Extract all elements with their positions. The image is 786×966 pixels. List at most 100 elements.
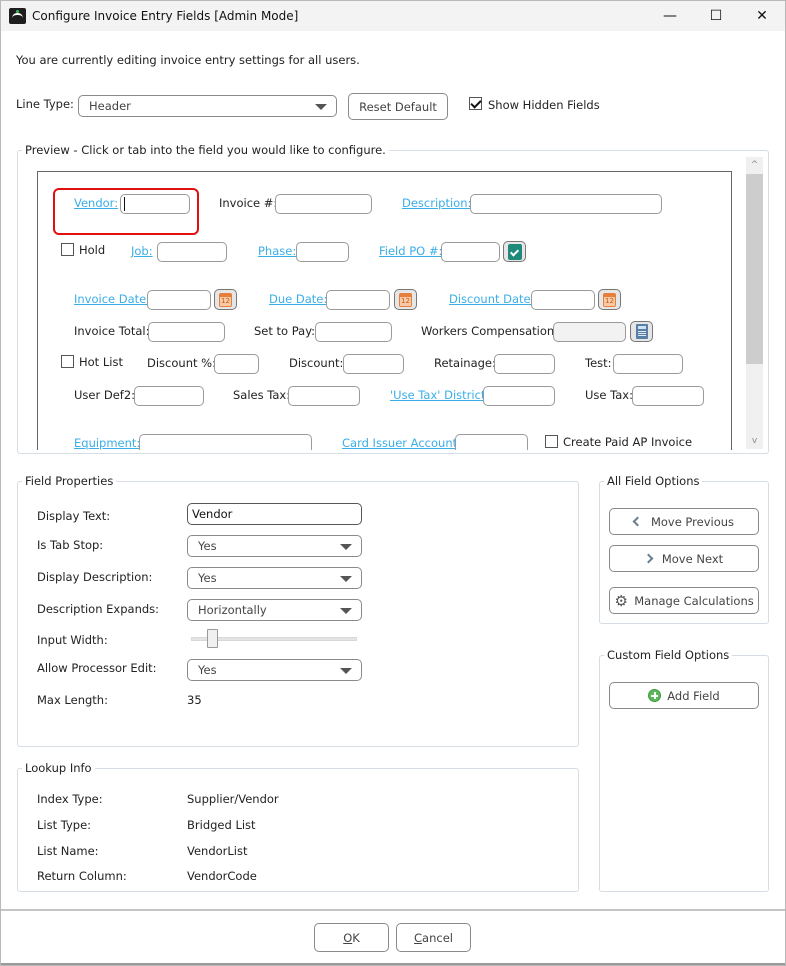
scroll-thumb[interactable] (746, 174, 763, 364)
description-link[interactable]: Description: (402, 196, 471, 210)
create-paid-ap-invoice-checkbox[interactable] (545, 435, 558, 448)
invoice-date-picker-button[interactable] (214, 289, 237, 310)
reset-default-label: Reset Default (359, 99, 437, 114)
invoice-number-label: Invoice #: (219, 196, 278, 210)
discount-date-picker-button[interactable] (598, 289, 621, 310)
move-next-button[interactable]: Move Next (609, 545, 759, 572)
invoice-date-link[interactable]: Invoice Date: (74, 292, 150, 306)
scroll-up-arrow[interactable]: ^ (746, 157, 763, 173)
line-type-value: Header (89, 99, 131, 113)
maximize-button[interactable]: ☐ (693, 1, 739, 31)
set-to-pay-input[interactable] (315, 322, 392, 342)
chevron-right-icon (643, 553, 654, 564)
footer-separator (1, 909, 785, 911)
create-paid-ap-invoice-label: Create Paid AP Invoice (563, 435, 693, 449)
minimize-button[interactable]: — (647, 1, 693, 31)
field-po-link[interactable]: Field PO #: (379, 244, 442, 258)
field-po-input[interactable] (441, 242, 500, 262)
phase-link[interactable]: Phase: (258, 244, 296, 258)
use-tax-district-input[interactable] (483, 386, 555, 406)
window-title: Configure Invoice Entry Fields [Admin Mo… (32, 9, 299, 23)
return-column-label: Return Column: (37, 869, 127, 883)
user-def2-label: User Def2: (74, 388, 136, 402)
field-po-lookup-button[interactable] (503, 241, 526, 262)
index-type-label: Index Type: (37, 792, 103, 806)
hold-checkbox[interactable] (61, 243, 74, 256)
preview-scrollbar[interactable]: ^ v (746, 157, 763, 449)
move-previous-button[interactable]: Move Previous (609, 508, 759, 535)
allow-processor-edit-label: Allow Processor Edit: (37, 661, 157, 675)
workers-compensation-calc-button[interactable] (630, 321, 653, 342)
set-to-pay-label: Set to Pay: (254, 324, 316, 338)
chevron-down-icon (315, 104, 327, 110)
hot-list-label: Hot List (79, 355, 123, 369)
app-logo-icon (9, 8, 26, 24)
text-caret (124, 197, 125, 211)
display-description-value: Yes (198, 571, 217, 585)
is-tab-stop-value: Yes (198, 539, 217, 553)
field-properties-title: Field Properties (22, 474, 117, 488)
input-width-slider-thumb[interactable] (206, 629, 218, 648)
is-tab-stop-label: Is Tab Stop: (37, 538, 104, 552)
lookup-info-title: Lookup Info (22, 761, 95, 775)
show-hidden-fields-label: Show Hidden Fields (488, 98, 600, 112)
discount-input[interactable] (343, 354, 404, 374)
invoice-total-input[interactable] (148, 322, 225, 342)
invoice-number-input[interactable] (275, 194, 372, 214)
phase-input[interactable] (296, 242, 349, 262)
test-input[interactable] (613, 354, 683, 374)
cancel-label: Cancel (414, 930, 453, 945)
job-link[interactable]: Job: (131, 244, 153, 258)
is-tab-stop-select[interactable]: Yes (187, 535, 362, 557)
calculator-icon (635, 324, 648, 339)
discount-percent-input[interactable] (214, 354, 259, 374)
due-date-input[interactable] (326, 290, 390, 310)
hot-list-checkbox[interactable] (61, 355, 74, 368)
line-type-label: Line Type: (16, 97, 74, 111)
description-input[interactable] (470, 194, 662, 214)
invoice-total-label: Invoice Total: (74, 324, 150, 338)
list-type-label: List Type: (37, 818, 92, 832)
add-field-button[interactable]: Add Field (609, 682, 759, 709)
discount-percent-label: Discount %: (147, 356, 216, 370)
chevron-left-icon (632, 516, 643, 527)
equipment-input[interactable] (139, 434, 312, 450)
due-date-link[interactable]: Due Date: (269, 292, 327, 306)
retainage-input[interactable] (494, 354, 555, 374)
ok-button[interactable]: OK (314, 923, 389, 952)
use-tax-district-link[interactable]: 'Use Tax' District: (390, 388, 489, 402)
scroll-down-arrow[interactable]: v (746, 433, 763, 449)
equipment-link[interactable]: Equipment: (74, 436, 140, 450)
close-button[interactable]: ✕ (739, 1, 785, 31)
use-tax-input[interactable] (632, 386, 704, 406)
cancel-button[interactable]: Cancel (396, 923, 471, 952)
vendor-input[interactable] (120, 194, 190, 214)
due-date-picker-button[interactable] (394, 289, 417, 310)
job-input[interactable] (157, 242, 227, 262)
all-field-options-title: All Field Options (604, 474, 703, 488)
chevron-down-icon (340, 576, 352, 582)
document-check-icon (507, 243, 522, 260)
vendor-link[interactable]: Vendor: (74, 196, 118, 210)
card-issuer-account-input[interactable] (455, 434, 528, 450)
display-description-select[interactable]: Yes (187, 567, 362, 589)
hold-label: Hold (79, 243, 106, 257)
sales-tax-label: Sales Tax: (233, 388, 291, 402)
allow-processor-edit-select[interactable]: Yes (187, 659, 362, 681)
calendar-icon (399, 292, 412, 307)
discount-date-link[interactable]: Discount Date: (449, 292, 535, 306)
invoice-date-input[interactable] (147, 290, 211, 310)
chevron-down-icon (340, 608, 352, 614)
reset-default-button[interactable]: Reset Default (348, 93, 448, 120)
discount-date-input[interactable] (531, 290, 595, 310)
list-name-value: VendorList (187, 844, 248, 858)
description-expands-select[interactable]: Horizontally (187, 599, 362, 621)
display-text-input[interactable]: Vendor (187, 503, 362, 525)
line-type-select[interactable]: Header (78, 95, 337, 117)
custom-field-options-title: Custom Field Options (604, 648, 733, 662)
card-issuer-account-link[interactable]: Card Issuer Account: (342, 436, 461, 450)
user-def2-input[interactable] (134, 386, 204, 406)
manage-calculations-button[interactable]: ⚙ Manage Calculations (609, 587, 759, 614)
sales-tax-input[interactable] (288, 386, 360, 406)
show-hidden-fields-checkbox[interactable] (469, 97, 482, 110)
